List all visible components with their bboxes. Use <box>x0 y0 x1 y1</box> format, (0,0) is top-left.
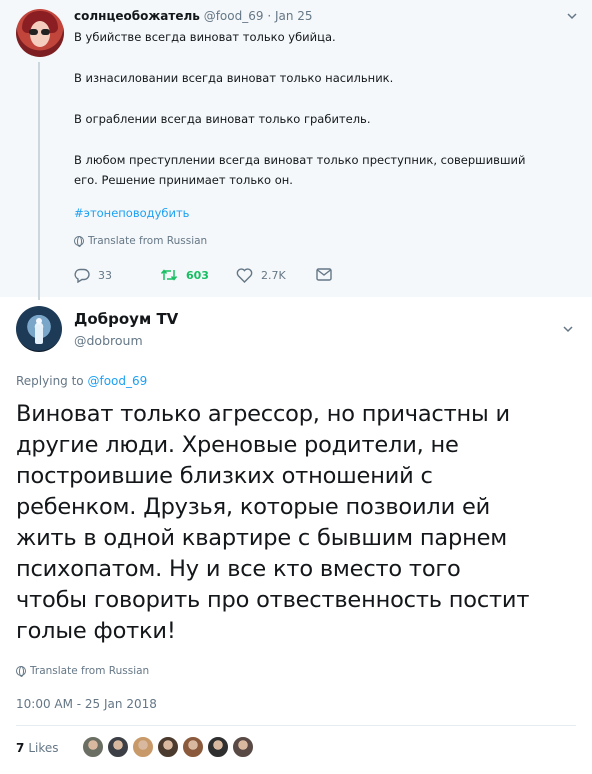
parent-author-handle[interactable]: @food_69 <box>204 9 264 23</box>
author-avatar[interactable] <box>16 306 62 352</box>
liker-avatar[interactable] <box>182 736 204 758</box>
chevron-down-icon[interactable] <box>566 10 578 22</box>
parent-tweet[interactable]: солнцеобожатель @food_69 · Jan 25 В убий… <box>0 0 592 300</box>
retweet-icon <box>160 269 178 281</box>
replying-to-handle-link[interactable]: @food_69 <box>87 374 147 388</box>
tweet-text-line: ребенком. Друзья, которые позвоили ей <box>16 494 491 520</box>
tweet-text-line: чтобы говорить про отвественность постит <box>16 587 530 613</box>
likes-stat[interactable]: 7 Likes <box>16 741 59 755</box>
tweet-text: Виноват только агрессор, но причастны и … <box>16 399 582 647</box>
parent-tweet-date[interactable]: Jan 25 <box>275 9 313 23</box>
chevron-down-icon[interactable] <box>562 323 574 335</box>
heart-icon <box>236 268 253 283</box>
tweet-text-line: построившие близких отношений с <box>16 463 433 489</box>
thread-connector-line <box>38 62 40 300</box>
tweet-text-line: голые фотки! <box>16 618 176 644</box>
replying-to: Replying to @food_69 <box>16 374 147 388</box>
liker-avatar[interactable] <box>232 736 254 758</box>
hashtag-link[interactable]: #этонеповодубить <box>74 206 189 220</box>
divider <box>16 725 576 726</box>
envelope-icon <box>316 268 332 281</box>
author-handle[interactable]: @dobroum <box>74 333 143 348</box>
liker-avatar[interactable] <box>107 736 129 758</box>
translate-link[interactable]: Translate from Russian <box>74 235 207 247</box>
reply-button[interactable]: 33 <box>74 268 112 283</box>
tweet-text-line: другие люди. Хреновые родители, не <box>16 432 459 458</box>
parent-author-name[interactable]: солнцеобожатель <box>74 9 200 23</box>
parent-tweet-header: солнцеобожатель @food_69 · Jan 25 <box>74 9 313 23</box>
tweet-text-line: жить в одной квартире с бывшим парнем <box>16 525 507 551</box>
globe-icon <box>74 236 84 247</box>
parent-tweet-paragraph: его. Решение принимает только он. <box>74 173 293 187</box>
liker-avatar[interactable] <box>157 736 179 758</box>
tweet-timestamp[interactable]: 10:00 AM - 25 Jan 2018 <box>16 697 157 711</box>
tweet-text-line: Виноват только агрессор, но причастны и <box>16 401 510 427</box>
likes-label: Likes <box>28 741 59 755</box>
liker-avatar[interactable] <box>207 736 229 758</box>
reply-icon <box>74 268 90 283</box>
parent-tweet-paragraph: В ограблении всегда виноват только граби… <box>74 112 371 126</box>
liker-avatar[interactable] <box>82 736 104 758</box>
globe-icon <box>16 666 26 677</box>
direct-message-button[interactable] <box>316 268 332 281</box>
retweet-button[interactable]: 603 <box>160 268 209 282</box>
retweet-count: 603 <box>186 268 209 282</box>
translate-label: Translate from Russian <box>30 665 150 677</box>
likes-count: 7 <box>16 741 25 755</box>
parent-avatar[interactable] <box>16 9 64 57</box>
tweet-text-line: психопатом. Ну и все кто вместо того <box>16 556 461 582</box>
replying-to-label: Replying to <box>16 374 84 388</box>
like-button[interactable]: 2.7K <box>236 268 286 283</box>
parent-tweet-actions: 33 603 2.7K <box>74 268 374 286</box>
parent-tweet-paragraph: В убийстве всегда виноват только убийца. <box>74 30 336 44</box>
reply-count: 33 <box>98 269 112 282</box>
liker-avatar[interactable] <box>132 736 154 758</box>
header-separator: · <box>267 9 272 23</box>
like-count: 2.7K <box>261 269 286 282</box>
parent-tweet-paragraph: В изнасиловании всегда виноват только на… <box>74 71 394 85</box>
author-name[interactable]: Доброум TV <box>74 310 178 328</box>
parent-tweet-paragraph: В любом преступлении всегда виноват толь… <box>74 153 526 167</box>
translate-label: Translate from Russian <box>88 235 208 247</box>
liker-avatars <box>82 736 254 758</box>
translate-link[interactable]: Translate from Russian <box>16 665 149 677</box>
